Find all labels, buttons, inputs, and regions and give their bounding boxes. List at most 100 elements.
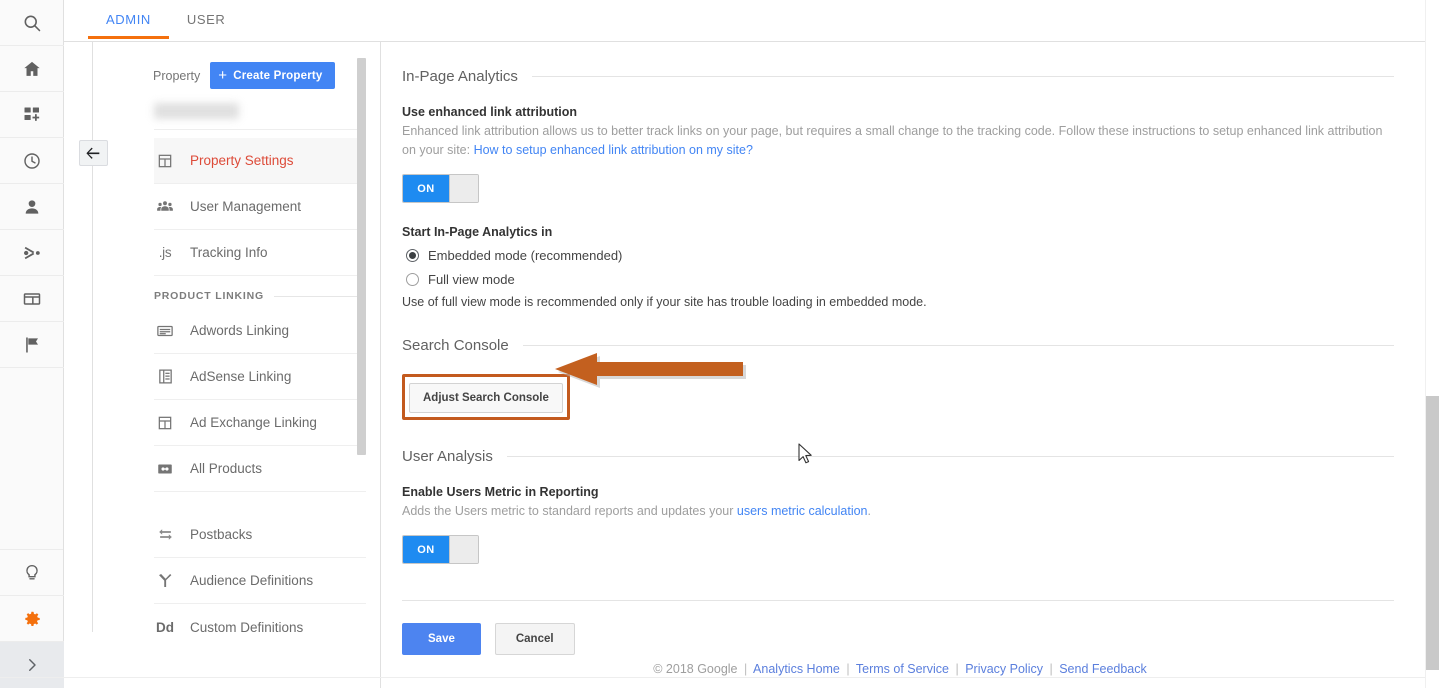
form-actions: Save Cancel — [402, 623, 1394, 655]
toggle-on-label: ON — [403, 536, 449, 563]
cancel-button[interactable]: Cancel — [494, 623, 575, 655]
users-metric-desc-period: . — [867, 504, 871, 518]
person-icon[interactable] — [0, 184, 64, 230]
page-footer: © 2018 Google | Analytics Home | Terms o… — [380, 662, 1420, 676]
footer-separator: | — [846, 662, 850, 676]
toggle-knob — [449, 175, 478, 202]
all-products-icon — [154, 460, 176, 478]
search-icon[interactable] — [0, 0, 64, 46]
top-tab-bar: ADMIN USER — [64, 0, 1440, 42]
property-label: Property — [153, 68, 201, 83]
enhanced-link-attribution-label: Use enhanced link attribution — [402, 105, 578, 119]
section-title-label: In-Page Analytics — [402, 68, 518, 85]
left-icon-rail — [0, 0, 64, 688]
sidebar-item-label: Custom Definitions — [190, 619, 304, 635]
sidebar-item-adsense-linking[interactable]: AdSense Linking — [154, 354, 366, 400]
postbacks-icon — [154, 525, 176, 544]
sidebar-item-label: All Products — [190, 461, 263, 476]
footer-separator: | — [744, 662, 748, 676]
property-settings-icon — [154, 153, 176, 169]
toggle-knob — [449, 536, 478, 563]
enable-users-metric-label: Enable Users Metric in Reporting — [402, 485, 599, 499]
header-rule — [274, 295, 366, 297]
tab-admin[interactable]: ADMIN — [88, 0, 169, 39]
sidebar-item-audience-definitions[interactable]: Audience Definitions — [154, 558, 366, 604]
footer-link-terms-of-service[interactable]: Terms of Service — [856, 662, 949, 676]
adjust-search-console-button[interactable]: Adjust Search Console — [409, 383, 563, 413]
chevron-right-icon[interactable] — [0, 642, 64, 688]
sidebar-item-ad-exchange-linking[interactable]: Ad Exchange Linking — [154, 400, 366, 446]
audience-icon — [154, 572, 176, 590]
admin-page: ADMIN USER Property + Create Property Pr… — [0, 0, 1440, 688]
dd-icon: Dd — [156, 619, 174, 635]
lightbulb-icon[interactable] — [0, 550, 64, 596]
sidebar-item-label: AdSense Linking — [190, 369, 292, 384]
section-title-search-console: Search Console — [402, 337, 1394, 354]
adsense-icon — [154, 368, 176, 385]
sidebar-item-custom-definitions[interactable]: Dd Custom Definitions — [154, 604, 366, 650]
section-title-user-analysis: User Analysis — [402, 448, 1394, 465]
property-nav-column: Property + Create Property Property Sett… — [79, 42, 372, 635]
sidebar-item-label: User Management — [190, 199, 302, 214]
tab-user[interactable]: USER — [169, 0, 244, 38]
dashboard-add-icon[interactable] — [0, 92, 64, 138]
page-scrollbar-track[interactable] — [1425, 0, 1440, 688]
enable-users-metric-toggle[interactable]: ON — [402, 535, 479, 564]
settings-main-panel: In-Page Analytics Use enhanced link attr… — [380, 42, 1430, 688]
section-rule — [506, 456, 1394, 457]
collapse-back-button[interactable] — [79, 140, 108, 166]
footer-separator: | — [1049, 662, 1053, 676]
clock-icon[interactable] — [0, 138, 64, 184]
property-nav-list: Property Settings User Management .js Tr… — [93, 138, 373, 650]
save-button[interactable]: Save — [402, 623, 481, 655]
sidebar-item-property-settings[interactable]: Property Settings — [154, 138, 366, 184]
create-property-label: Create Property — [233, 69, 323, 82]
start-in-page-analytics-label: Start In-Page Analytics in — [402, 225, 553, 239]
plus-icon: + — [218, 67, 228, 84]
create-property-button[interactable]: + Create Property — [210, 62, 335, 89]
product-linking-header: PRODUCT LINKING — [154, 276, 366, 308]
page-scrollbar-thumb[interactable] — [1426, 396, 1439, 670]
js-icon: .js — [158, 245, 172, 260]
radio-full-view-mode[interactable]: Full view mode — [406, 272, 1394, 287]
share-nodes-icon[interactable] — [0, 230, 64, 276]
sidebar-item-all-products[interactable]: All Products — [154, 446, 366, 492]
radio-selected-icon — [406, 249, 419, 262]
home-icon[interactable] — [0, 46, 64, 92]
sidebar-item-label: Tracking Info — [190, 245, 268, 260]
adwords-icon — [154, 322, 176, 340]
property-name-redacted — [154, 103, 239, 119]
flag-icon[interactable] — [0, 322, 64, 368]
sidebar-item-label: Property Settings — [190, 153, 294, 168]
footer-link-send-feedback[interactable]: Send Feedback — [1059, 662, 1147, 676]
radio-embedded-label: Embedded mode (recommended) — [428, 248, 623, 263]
form-divider — [402, 600, 1394, 601]
nav-gap — [154, 492, 366, 512]
footer-copyright: © 2018 Google — [653, 662, 738, 676]
property-panel-scrollbar[interactable] — [357, 58, 366, 455]
radio-embedded-mode[interactable]: Embedded mode (recommended) — [406, 248, 1394, 263]
ad-exchange-icon — [154, 415, 176, 431]
footer-link-privacy-policy[interactable]: Privacy Policy — [965, 662, 1043, 676]
radio-full-view-label: Full view mode — [428, 272, 515, 287]
sidebar-item-label: Adwords Linking — [190, 323, 290, 338]
window-icon[interactable] — [0, 276, 64, 322]
rail-spacer — [0, 368, 63, 550]
gear-icon[interactable] — [0, 596, 64, 642]
section-title-in-page-analytics: In-Page Analytics — [402, 68, 1394, 85]
radio-unselected-icon — [406, 273, 419, 286]
footer-link-analytics-home[interactable]: Analytics Home — [753, 662, 840, 676]
sidebar-item-label: Postbacks — [190, 527, 253, 542]
sidebar-item-user-management[interactable]: User Management — [154, 184, 366, 230]
section-title-label: Search Console — [402, 337, 509, 354]
users-metric-calculation-link[interactable]: users metric calculation — [737, 504, 868, 518]
adjust-search-console-highlight: Adjust Search Console — [402, 374, 570, 420]
section-title-label: User Analysis — [402, 448, 493, 465]
enhanced-link-attribution-toggle[interactable]: ON — [402, 174, 479, 203]
sidebar-item-postbacks[interactable]: Postbacks — [154, 512, 366, 558]
users-icon — [154, 198, 176, 216]
bottom-divider — [0, 677, 1425, 678]
sidebar-item-adwords-linking[interactable]: Adwords Linking — [154, 308, 366, 354]
sidebar-item-tracking-info[interactable]: .js Tracking Info — [154, 230, 366, 276]
setup-enhanced-link-attribution-link[interactable]: How to setup enhanced link attribution o… — [474, 143, 753, 157]
